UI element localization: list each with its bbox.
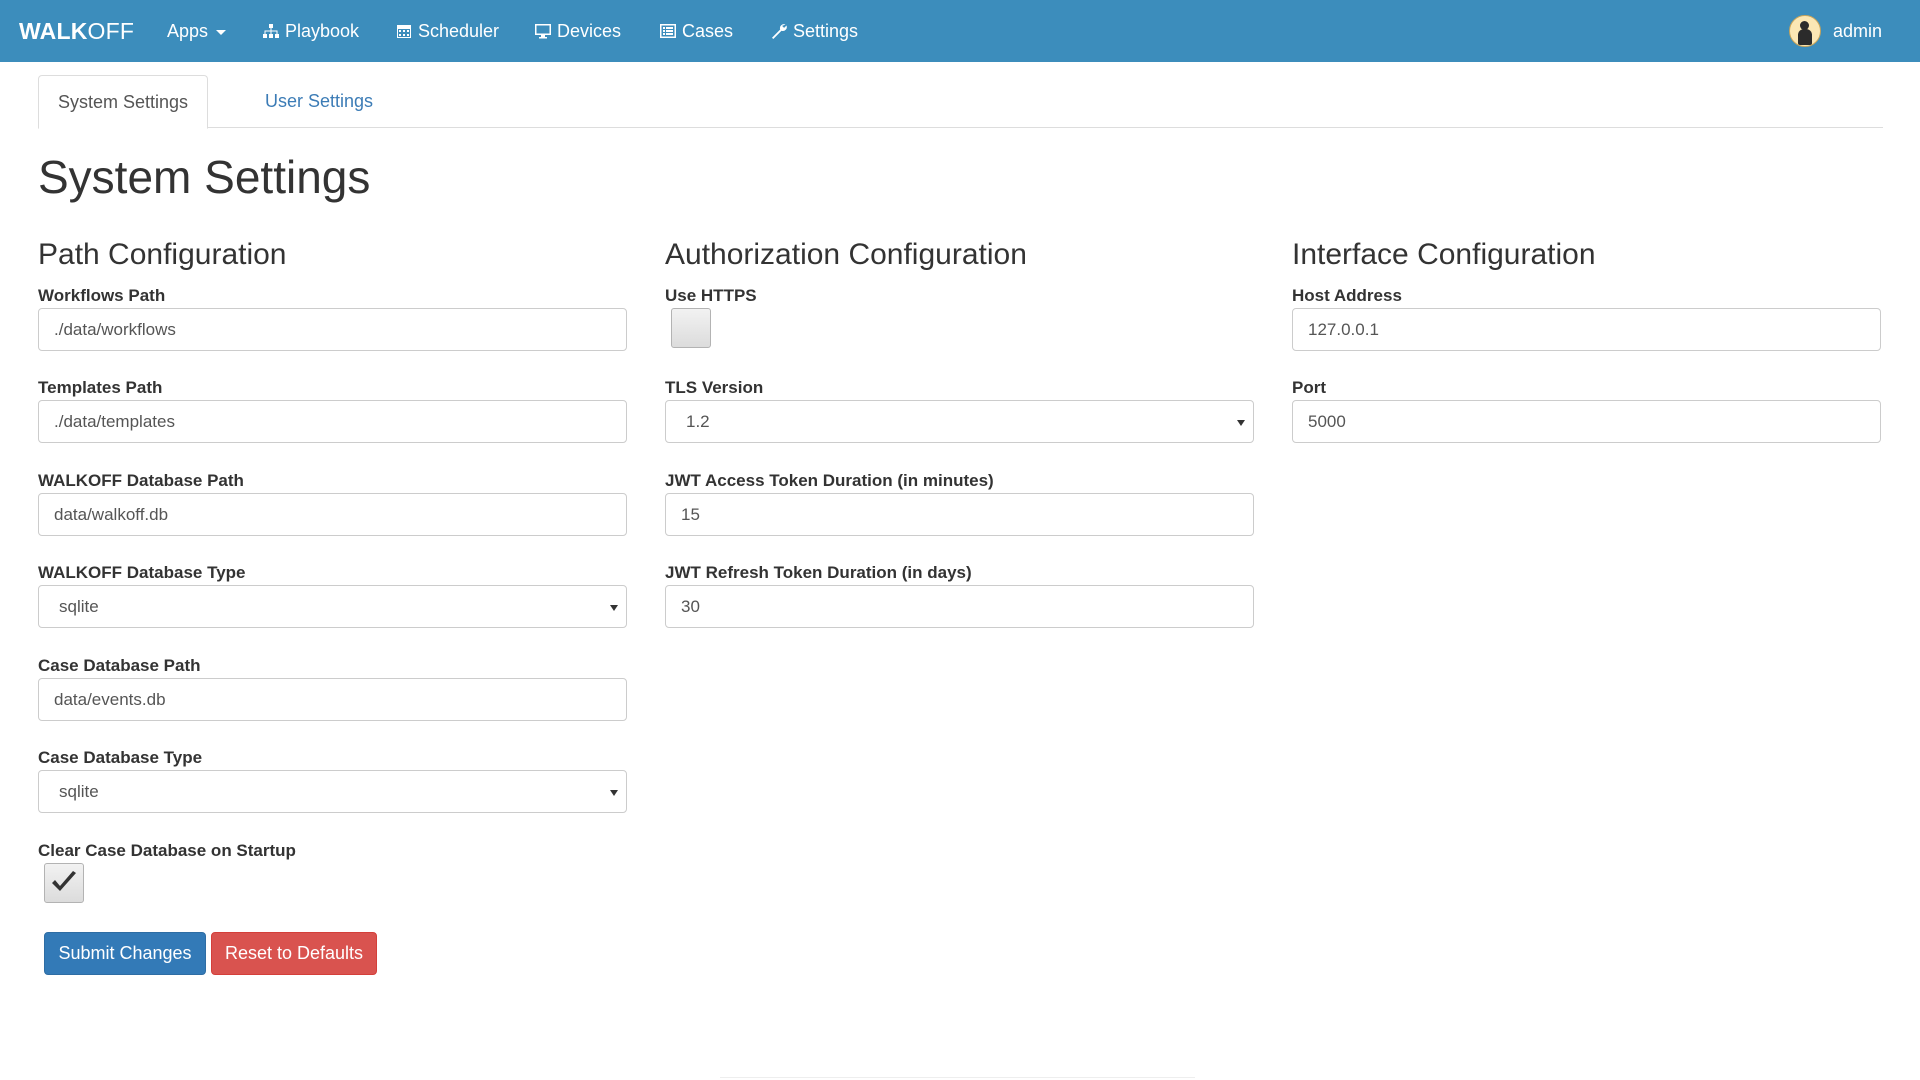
tls-version-field: TLS Version 1.2 bbox=[665, 378, 1254, 443]
case-db-path-field: Case Database Path data/events.db bbox=[38, 656, 627, 721]
case-db-type-field: Case Database Type sqlite bbox=[38, 748, 627, 813]
nav-settings-label: Settings bbox=[793, 20, 859, 41]
sitemap-icon bbox=[262, 22, 280, 40]
use-https-field: Use HTTPS bbox=[665, 286, 1254, 348]
db-type-field: WALKOFF Database Type sqlite bbox=[38, 563, 627, 628]
path-configuration-section: Path Configuration Workflows Path ./data… bbox=[38, 236, 627, 903]
host-address-field: Host Address 127.0.0.1 bbox=[1292, 286, 1881, 351]
jwt-refresh-field: JWT Refresh Token Duration (in days) 30 bbox=[665, 563, 1254, 628]
case-db-type-label: Case Database Type bbox=[38, 748, 203, 767]
reset-defaults-button[interactable]: Reset to Defaults bbox=[211, 932, 377, 975]
user-name: admin bbox=[1832, 20, 1882, 41]
tab-user-settings[interactable]: User Settings bbox=[246, 75, 392, 128]
templates-path-input[interactable]: ./data/templates bbox=[38, 400, 627, 443]
brand-logo-part1: WALK bbox=[19, 18, 88, 44]
nav-playbook-label: Playbook bbox=[285, 20, 360, 41]
port-input[interactable]: 5000 bbox=[1292, 400, 1881, 443]
select-arrow-icon bbox=[610, 605, 618, 611]
use-https-checkbox[interactable] bbox=[671, 308, 711, 348]
brand-logo-part2: OFF bbox=[87, 18, 135, 44]
workflows-path-input[interactable]: ./data/workflows bbox=[38, 308, 627, 351]
clear-case-db-checkbox[interactable] bbox=[44, 863, 84, 903]
case-db-type-value: sqlite bbox=[59, 781, 99, 801]
nav-apps[interactable]: Apps bbox=[167, 0, 227, 62]
path-configuration-heading: Path Configuration bbox=[38, 238, 287, 271]
workflows-path-field: Workflows Path ./data/workflows bbox=[38, 286, 627, 351]
brand-logo[interactable]: WALKOFF bbox=[19, 19, 134, 43]
port-label: Port bbox=[1292, 378, 1326, 397]
host-address-input[interactable]: 127.0.0.1 bbox=[1292, 308, 1881, 351]
db-type-label: WALKOFF Database Type bbox=[38, 563, 246, 582]
db-path-input[interactable]: data/walkoff.db bbox=[38, 493, 627, 536]
checkmark-icon bbox=[52, 871, 76, 891]
host-address-label: Host Address bbox=[1292, 286, 1402, 305]
settings-tabs: System Settings User Settings bbox=[38, 75, 1883, 129]
jwt-refresh-label: JWT Refresh Token Duration (in days) bbox=[665, 563, 972, 582]
case-db-type-select[interactable]: sqlite bbox=[38, 770, 627, 813]
top-navbar: WALKOFF Apps Playbook Scheduler Devices … bbox=[0, 0, 1920, 62]
tls-version-select[interactable]: 1.2 bbox=[665, 400, 1254, 443]
db-path-label: WALKOFF Database Path bbox=[38, 471, 244, 490]
desktop-icon bbox=[534, 22, 552, 40]
tls-version-value: 1.2 bbox=[686, 411, 710, 431]
clear-case-db-label: Clear Case Database on Startup bbox=[38, 841, 296, 860]
port-field: Port 5000 bbox=[1292, 378, 1881, 443]
nav-cases-label: Cases bbox=[682, 20, 734, 41]
calendar-icon bbox=[395, 22, 413, 40]
divider bbox=[720, 1077, 1195, 1078]
nav-playbook[interactable]: Playbook bbox=[262, 0, 359, 62]
nav-devices[interactable]: Devices bbox=[534, 0, 621, 62]
use-https-label: Use HTTPS bbox=[665, 286, 757, 305]
case-db-path-input[interactable]: data/events.db bbox=[38, 678, 627, 721]
wrench-icon bbox=[770, 22, 788, 40]
db-type-value: sqlite bbox=[59, 596, 99, 616]
authorization-configuration-section: Authorization Configuration Use HTTPS TL… bbox=[665, 236, 1254, 628]
user-menu[interactable]: admin bbox=[1788, 0, 1882, 62]
jwt-access-input[interactable]: 15 bbox=[665, 493, 1254, 536]
nav-apps-label: Apps bbox=[167, 20, 209, 41]
workflows-path-label: Workflows Path bbox=[38, 286, 166, 305]
db-type-select[interactable]: sqlite bbox=[38, 585, 627, 628]
case-db-path-label: Case Database Path bbox=[38, 656, 201, 675]
jwt-access-field: JWT Access Token Duration (in minutes) 1… bbox=[665, 471, 1254, 536]
select-arrow-icon bbox=[1237, 420, 1245, 426]
interface-configuration-heading: Interface Configuration bbox=[1292, 238, 1596, 271]
clear-case-db-field: Clear Case Database on Startup bbox=[38, 841, 627, 903]
nav-settings[interactable]: Settings bbox=[770, 0, 858, 62]
templates-path-label: Templates Path bbox=[38, 378, 163, 397]
nav-scheduler-label: Scheduler bbox=[418, 20, 500, 41]
list-alt-icon bbox=[659, 22, 677, 40]
tls-version-label: TLS Version bbox=[665, 378, 764, 397]
nav-scheduler[interactable]: Scheduler bbox=[395, 0, 499, 62]
submit-changes-button[interactable]: Submit Changes bbox=[44, 932, 206, 975]
jwt-refresh-input[interactable]: 30 bbox=[665, 585, 1254, 628]
interface-configuration-section: Interface Configuration Host Address 127… bbox=[1292, 236, 1881, 443]
templates-path-field: Templates Path ./data/templates bbox=[38, 378, 627, 443]
tab-system-settings[interactable]: System Settings bbox=[38, 75, 209, 129]
db-path-field: WALKOFF Database Path data/walkoff.db bbox=[38, 471, 627, 536]
caret-down-icon bbox=[216, 29, 227, 35]
avatar-icon bbox=[1788, 15, 1821, 47]
page-title: System Settings bbox=[38, 151, 371, 203]
nav-devices-label: Devices bbox=[557, 20, 622, 41]
authorization-configuration-heading: Authorization Configuration bbox=[665, 238, 1027, 271]
nav-cases[interactable]: Cases bbox=[659, 0, 733, 62]
select-arrow-icon bbox=[610, 790, 618, 796]
jwt-access-label: JWT Access Token Duration (in minutes) bbox=[665, 471, 994, 490]
